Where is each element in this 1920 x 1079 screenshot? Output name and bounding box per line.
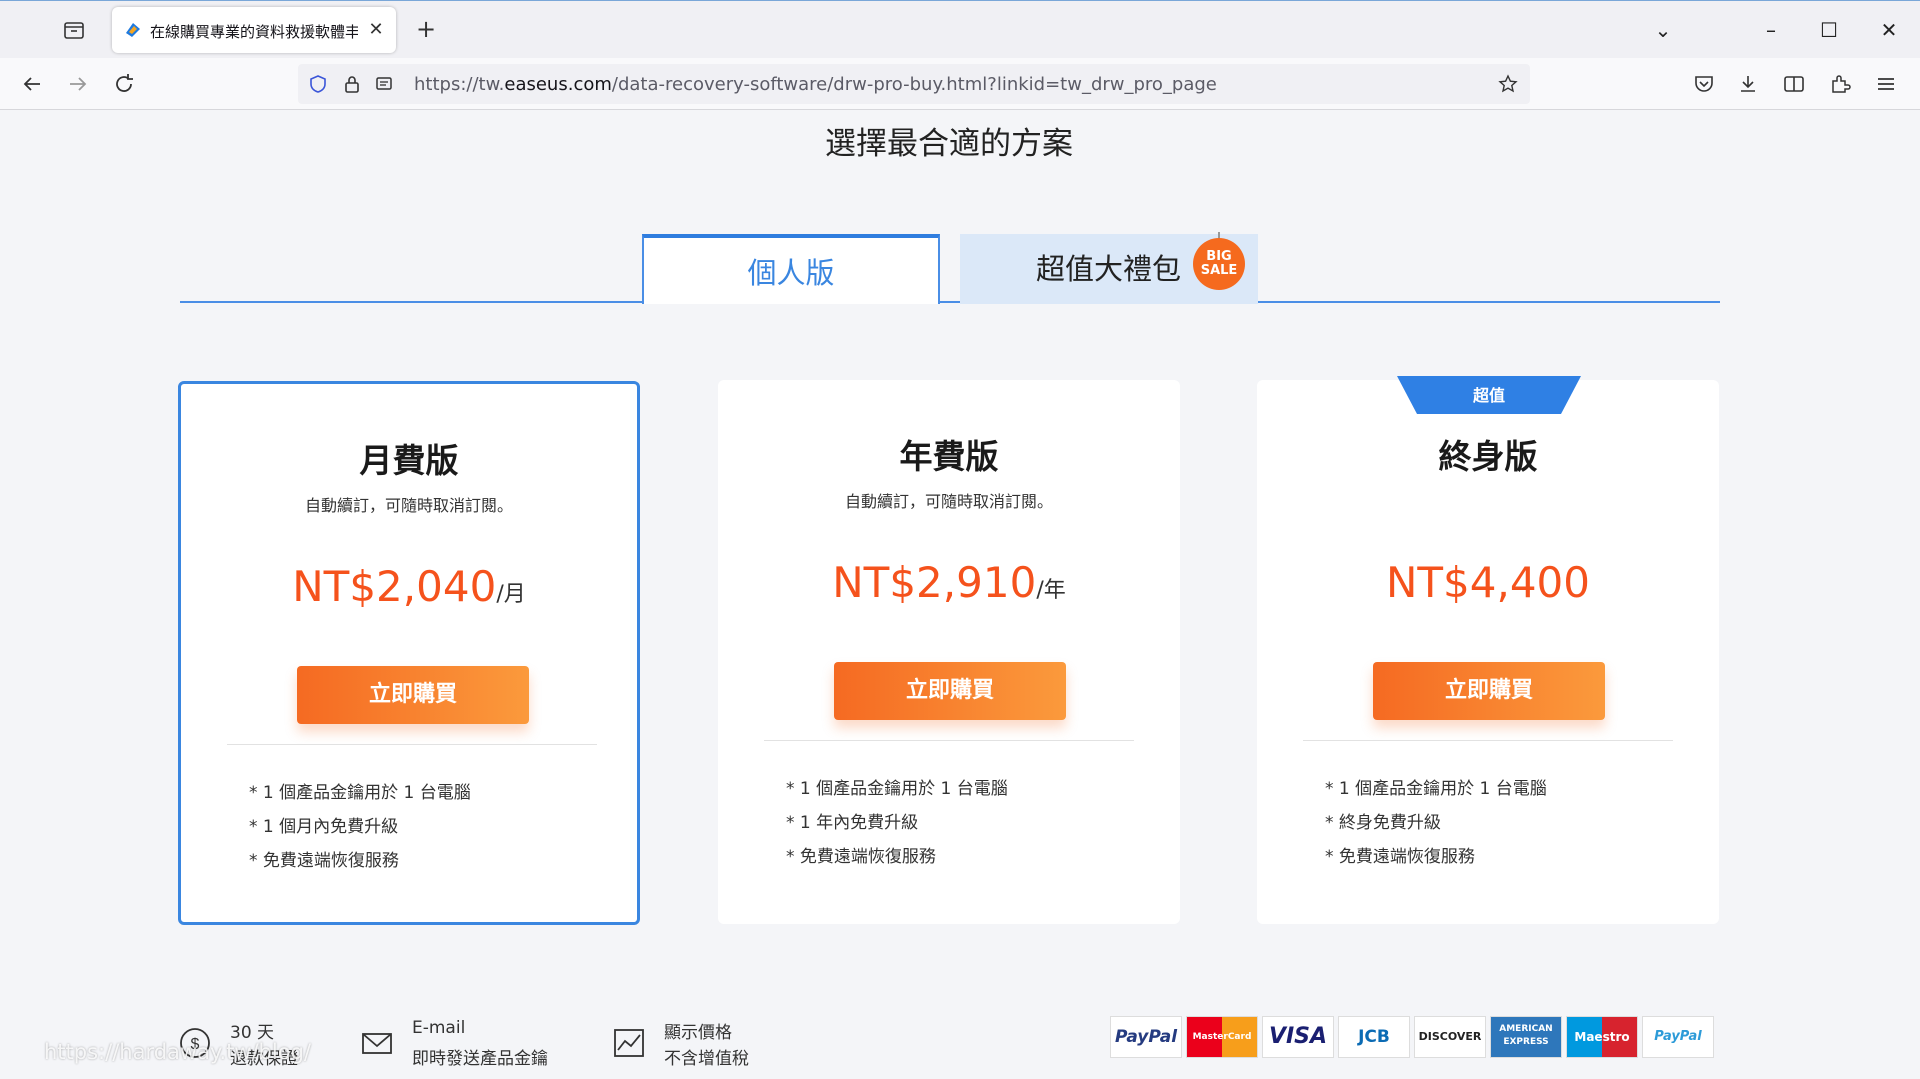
discover-logo: DISCOVER	[1414, 1016, 1486, 1058]
page-info-icon[interactable]	[374, 74, 394, 94]
browser-tab-bar: 在線購買專業的資料救援軟體丰 ✕ + ⌄ – ☐ ✕	[0, 0, 1920, 58]
card-divider	[1303, 740, 1673, 741]
pocket-icon[interactable]	[1692, 72, 1716, 96]
buy-now-button[interactable]: 立即購買	[297, 666, 529, 724]
easeus-favicon-icon	[126, 23, 140, 37]
feature-item: * 免費遠端恢復服務	[1325, 847, 1475, 867]
paypal-logo: PayPal	[1110, 1016, 1182, 1058]
url-text[interactable]: https://tw.easeus.com/data-recovery-soft…	[414, 74, 1217, 95]
feature-list: * 1 個產品金鑰用於 1 台電腦 * 1 個月內免費升級 * 免費遠端恢復服務	[249, 776, 471, 878]
forward-icon[interactable]	[66, 72, 90, 96]
menu-icon[interactable]	[1874, 72, 1898, 96]
browser-nav-bar: https://tw.easeus.com/data-recovery-soft…	[0, 58, 1920, 110]
buy-now-button[interactable]: 立即購買	[834, 662, 1066, 720]
plan-card-yearly: 年費版 自動續訂，可隨時取消訂閱。 NT$2,910/年 立即購買 * 1 個產…	[718, 380, 1180, 924]
visa-logo: VISA	[1262, 1016, 1334, 1058]
extensions-icon[interactable]	[1828, 72, 1852, 96]
pricing-page: 選擇最合適的方案 個人版 超值大禮包 BIG SALE 月費版 自動續訂，可隨時取…	[0, 110, 1920, 1079]
plan-tabs-divider	[180, 301, 1720, 303]
plan-price: NT$2,910/年	[832, 558, 1066, 607]
watermark: https://hardaway.tw/blog/	[44, 1040, 311, 1064]
reload-icon[interactable]	[112, 72, 136, 96]
buy-now-button[interactable]: 立即購買	[1373, 662, 1605, 720]
price-chart-icon	[614, 1029, 644, 1057]
plan-card-lifetime: 超值 終身版 NT$4,400 立即購買 * 1 個產品金鑰用於 1 台電腦 *…	[1257, 376, 1719, 924]
tab-list-icon[interactable]	[62, 18, 86, 42]
big-sale-badge: BIG SALE	[1193, 238, 1245, 290]
maximize-icon[interactable]: ☐	[1816, 17, 1842, 43]
feature-item: * 1 個產品金鑰用於 1 台電腦	[249, 783, 471, 803]
feature-item: * 免費遠端恢復服務	[786, 847, 936, 867]
minimize-icon[interactable]: –	[1758, 17, 1784, 43]
shield-icon[interactable]	[308, 74, 328, 94]
tab-personal[interactable]: 個人版	[642, 234, 940, 304]
amex-logo: AMERICAN EXPRESS	[1490, 1016, 1562, 1058]
lock-icon[interactable]	[342, 74, 362, 94]
feature-list: * 1 個產品金鑰用於 1 台電腦 * 終身免費升級 * 免費遠端恢復服務	[1325, 772, 1547, 874]
mastercard-logo: MasterCard	[1186, 1016, 1258, 1058]
feature-item: * 1 個產品金鑰用於 1 台電腦	[786, 779, 1008, 799]
card-divider	[227, 744, 597, 745]
paypal-alt-logo: PayPal	[1642, 1016, 1714, 1058]
new-tab-icon[interactable]: +	[414, 17, 438, 41]
feature-item: * 1 年內免費升級	[786, 813, 919, 833]
feature-list: * 1 個產品金鑰用於 1 台電腦 * 1 年內免費升級 * 免費遠端恢復服務	[786, 772, 1008, 874]
feature-item: * 免費遠端恢復服務	[249, 851, 399, 871]
plan-price: NT$4,400	[1385, 558, 1591, 607]
feature-item: * 1 個月內免費升級	[249, 817, 399, 837]
best-value-ribbon: 超值	[1397, 376, 1581, 414]
card-divider	[764, 740, 1134, 741]
jcb-logo: JCB	[1338, 1016, 1410, 1058]
downloads-icon[interactable]	[1736, 72, 1760, 96]
tab-close-icon[interactable]: ✕	[366, 20, 386, 40]
maestro-logo: Maestro	[1566, 1016, 1638, 1058]
plan-description: 自動續訂，可隨時取消訂閱。	[304, 496, 513, 515]
feature-item: * 1 個產品金鑰用於 1 台電腦	[1325, 779, 1547, 799]
plan-description: 自動續訂，可隨時取消訂閱。	[844, 492, 1053, 511]
bookmark-star-icon[interactable]	[1498, 74, 1518, 94]
reader-view-icon[interactable]	[1782, 72, 1806, 96]
tab-title: 在線購買專業的資料救援軟體丰	[150, 23, 358, 41]
back-icon[interactable]	[20, 72, 44, 96]
browser-tab-active[interactable]: 在線購買專業的資料救援軟體丰 ✕	[112, 7, 396, 53]
tab-overflow-chevron-icon[interactable]: ⌄	[1650, 17, 1676, 43]
plan-price: NT$2,040/月	[292, 562, 526, 611]
feature-item: * 終身免費升級	[1325, 813, 1441, 833]
close-window-icon[interactable]: ✕	[1876, 17, 1902, 43]
plan-card-monthly: 月費版 自動續訂，可隨時取消訂閱。 NT$2,040/月 立即購買 * 1 個產…	[178, 381, 640, 925]
plan-name: 終身版	[1438, 437, 1538, 476]
url-bar[interactable]: https://tw.easeus.com/data-recovery-soft…	[298, 64, 1530, 104]
plan-name: 月費版	[359, 441, 459, 480]
plan-name: 年費版	[899, 437, 999, 476]
envelope-icon	[362, 1033, 392, 1054]
page-title: 選擇最合適的方案	[825, 126, 1073, 162]
